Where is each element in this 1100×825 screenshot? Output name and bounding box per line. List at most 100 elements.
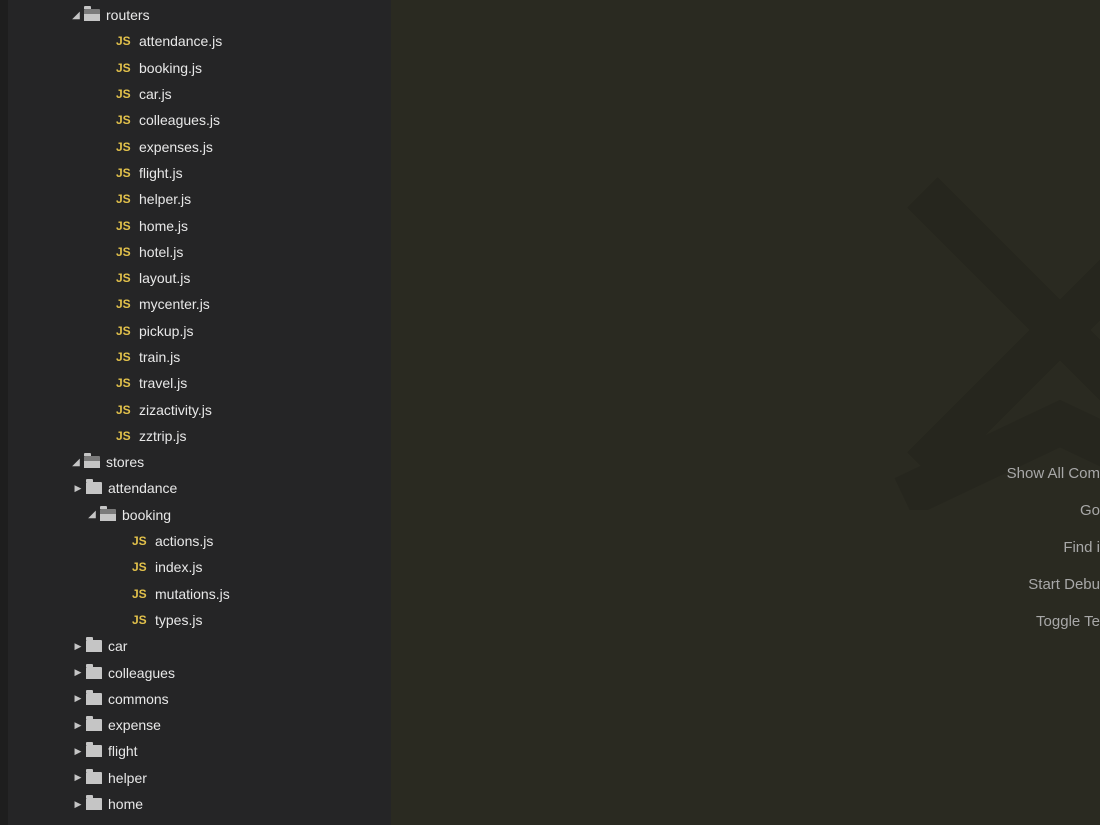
file-label: zizactivity.js — [139, 402, 212, 418]
welcome-command: Start Debu — [1007, 566, 1100, 603]
js-file-icon: JS — [132, 613, 152, 627]
folder-label: routers — [106, 7, 150, 23]
file-car.js[interactable]: JScar.js — [8, 81, 391, 107]
welcome-command: Show All Com — [1007, 455, 1100, 492]
folder-label: commons — [108, 691, 169, 707]
file-home.js[interactable]: JShome.js — [8, 212, 391, 238]
folder-helper[interactable]: ▶ helper — [8, 765, 391, 791]
js-file-icon: JS — [132, 534, 152, 548]
folder-label: helper — [108, 770, 147, 786]
file-index.js[interactable]: JSindex.js — [8, 554, 391, 580]
file-label: index.js — [155, 559, 202, 575]
welcome-commands: Show All ComGo Find iStart DebuToggle Te — [1007, 455, 1100, 640]
welcome-command: Toggle Te — [1007, 603, 1100, 640]
folder-commons[interactable]: ▶ commons — [8, 686, 391, 712]
folder-icon — [86, 772, 102, 784]
folder-label: expense — [108, 717, 161, 733]
folder-label: home — [108, 796, 143, 812]
file-zizactivity.js[interactable]: JSzizactivity.js — [8, 396, 391, 422]
folder-icon — [86, 667, 102, 679]
js-file-icon: JS — [132, 587, 152, 601]
folder-icon — [86, 719, 102, 731]
chevron-right-icon[interactable]: ▶ — [72, 772, 84, 783]
folder-icon — [84, 456, 100, 468]
file-types.js[interactable]: JStypes.js — [8, 607, 391, 633]
file-label: train.js — [139, 349, 180, 365]
js-file-icon: JS — [116, 61, 136, 75]
chevron-right-icon[interactable]: ▶ — [72, 746, 84, 757]
file-label: expenses.js — [139, 139, 213, 155]
file-label: pickup.js — [139, 323, 193, 339]
js-file-icon: JS — [116, 87, 136, 101]
folder-colleagues[interactable]: ▶ colleagues — [8, 659, 391, 685]
folder-attendance[interactable]: ▶ attendance — [8, 475, 391, 501]
file-explorer[interactable]: ◢routersJSattendance.jsJSbooking.jsJScar… — [8, 0, 391, 825]
chevron-right-icon[interactable]: ▶ — [72, 720, 84, 731]
chevron-down-icon[interactable]: ◢ — [86, 509, 98, 520]
file-label: colleagues.js — [139, 112, 220, 128]
file-label: flight.js — [139, 165, 183, 181]
file-label: travel.js — [139, 375, 187, 391]
file-label: booking.js — [139, 60, 202, 76]
file-mutations.js[interactable]: JSmutations.js — [8, 581, 391, 607]
file-pickup.js[interactable]: JSpickup.js — [8, 318, 391, 344]
chevron-right-icon[interactable]: ▶ — [72, 641, 84, 652]
welcome-command: Go — [1007, 492, 1100, 529]
chevron-right-icon[interactable]: ▶ — [72, 483, 84, 494]
file-layout.js[interactable]: JSlayout.js — [8, 265, 391, 291]
js-file-icon: JS — [116, 192, 136, 206]
file-colleagues.js[interactable]: JScolleagues.js — [8, 107, 391, 133]
chevron-right-icon[interactable]: ▶ — [72, 799, 84, 810]
file-hotel.js[interactable]: JShotel.js — [8, 239, 391, 265]
chevron-right-icon[interactable]: ▶ — [72, 667, 84, 678]
file-mycenter.js[interactable]: JSmycenter.js — [8, 291, 391, 317]
file-helper.js[interactable]: JShelper.js — [8, 186, 391, 212]
js-file-icon: JS — [116, 166, 136, 180]
folder-icon — [86, 693, 102, 705]
folder-icon — [100, 509, 116, 521]
folder-expense[interactable]: ▶ expense — [8, 712, 391, 738]
folder-stores[interactable]: ◢stores — [8, 449, 391, 475]
js-file-icon: JS — [116, 245, 136, 259]
welcome-command: Find i — [1007, 529, 1100, 566]
file-label: home.js — [139, 218, 188, 234]
editor-welcome-pane: Show All ComGo Find iStart DebuToggle Te — [391, 0, 1100, 825]
file-label: attendance.js — [139, 33, 222, 49]
js-file-icon: JS — [116, 34, 136, 48]
file-label: mycenter.js — [139, 296, 210, 312]
file-label: actions.js — [155, 533, 213, 549]
file-zztrip.js[interactable]: JSzztrip.js — [8, 423, 391, 449]
file-expenses.js[interactable]: JSexpenses.js — [8, 133, 391, 159]
file-label: mutations.js — [155, 586, 230, 602]
folder-label: flight — [108, 743, 138, 759]
file-attendance.js[interactable]: JSattendance.js — [8, 28, 391, 54]
file-actions.js[interactable]: JSactions.js — [8, 528, 391, 554]
folder-car[interactable]: ▶ car — [8, 633, 391, 659]
file-label: types.js — [155, 612, 202, 628]
folder-icon — [86, 745, 102, 757]
file-label: zztrip.js — [139, 428, 186, 444]
folder-label: booking — [122, 507, 171, 523]
js-file-icon: JS — [116, 403, 136, 417]
folder-label: car — [108, 638, 127, 654]
js-file-icon: JS — [116, 219, 136, 233]
file-train.js[interactable]: JStrain.js — [8, 344, 391, 370]
file-booking.js[interactable]: JSbooking.js — [8, 55, 391, 81]
folder-routers[interactable]: ◢ routers — [8, 2, 391, 28]
folder-label: colleagues — [108, 665, 175, 681]
js-file-icon: JS — [116, 350, 136, 364]
js-file-icon: JS — [116, 324, 136, 338]
chevron-right-icon[interactable]: ▶ — [72, 693, 84, 704]
folder-booking[interactable]: ◢ booking — [8, 502, 391, 528]
folder-home[interactable]: ▶ home — [8, 791, 391, 817]
js-file-icon: JS — [132, 560, 152, 574]
file-flight.js[interactable]: JSflight.js — [8, 160, 391, 186]
folder-icon — [86, 482, 102, 494]
folder-flight[interactable]: ▶ flight — [8, 738, 391, 764]
chevron-down-icon[interactable]: ◢ — [70, 10, 82, 21]
folder-icon — [84, 9, 100, 21]
file-travel.js[interactable]: JStravel.js — [8, 370, 391, 396]
folder-label: attendance — [108, 480, 177, 496]
chevron-down-icon[interactable]: ◢ — [70, 457, 82, 468]
js-file-icon: JS — [116, 429, 136, 443]
